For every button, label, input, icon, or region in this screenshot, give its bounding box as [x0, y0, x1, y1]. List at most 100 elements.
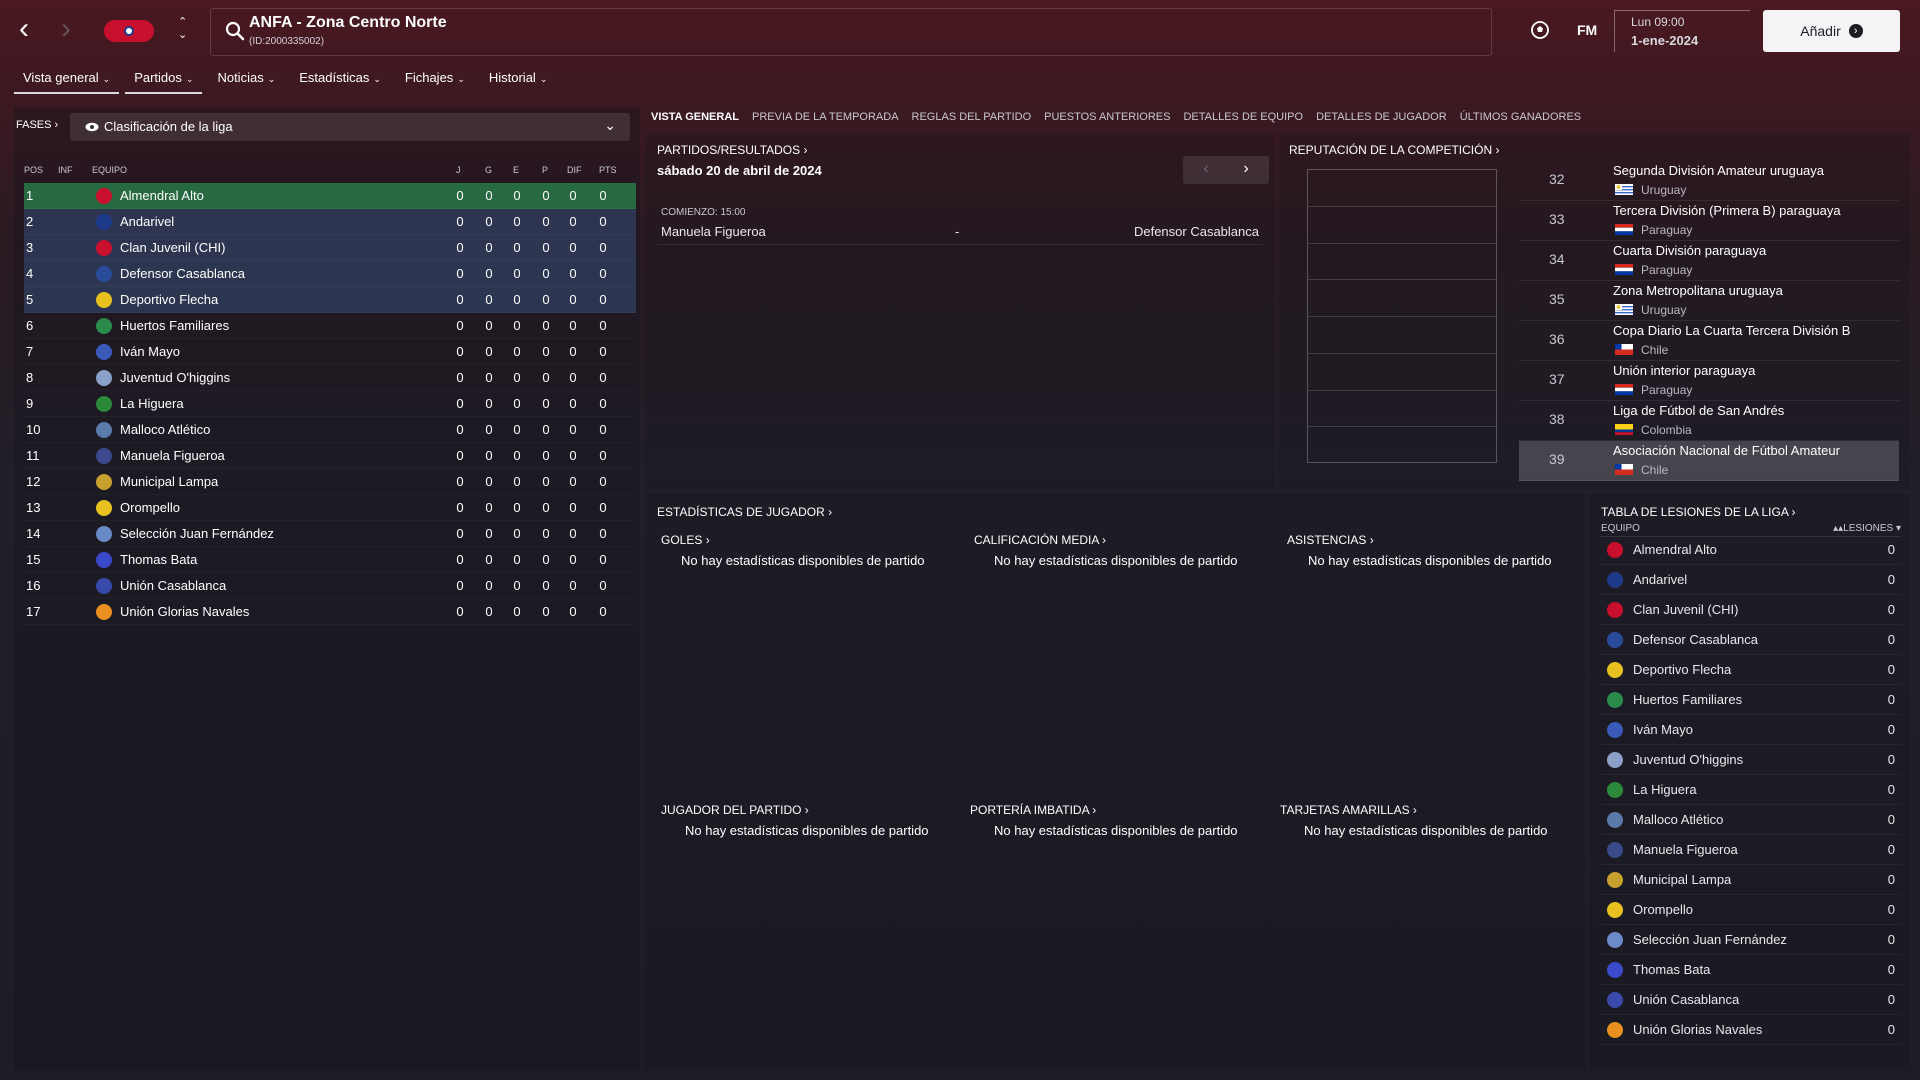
row-team[interactable]: Municipal Lampa — [120, 474, 218, 489]
table-row[interactable]: La Higuera 0 — [1601, 775, 1901, 805]
row-team[interactable]: Unión Glorias Navales — [120, 604, 249, 619]
col-p[interactable]: P — [542, 165, 548, 175]
table-row[interactable]: 16 Unión Casablanca 0 0 0 0 0 0 — [24, 573, 636, 599]
reputation-competition[interactable]: Unión interior paraguaya — [1613, 363, 1755, 378]
row-team[interactable]: Defensor Casablanca — [120, 266, 245, 281]
reputation-competition[interactable]: Zona Metropolitana uruguaya — [1613, 283, 1783, 298]
injury-team[interactable]: Unión Casablanca — [1633, 992, 1739, 1007]
table-row[interactable]: 1 Almendral Alto 0 0 0 0 0 0 — [24, 183, 636, 209]
add-button[interactable]: Añadir › — [1763, 10, 1900, 52]
table-row[interactable]: Municipal Lampa 0 — [1601, 865, 1901, 895]
reputation-competition[interactable]: Segunda División Amateur uruguaya — [1613, 163, 1824, 178]
col-inf[interactable]: INF — [58, 165, 73, 175]
table-row[interactable]: 12 Municipal Lampa 0 0 0 0 0 0 — [24, 469, 636, 495]
game-date-box[interactable]: Lun 09:00 1-ene-2024 — [1614, 10, 1750, 52]
col-e[interactable]: E — [513, 165, 519, 175]
reputation-title-link[interactable]: REPUTACIÓN DE LA COMPETICIÓN › — [1289, 143, 1499, 157]
col-j[interactable]: J — [456, 165, 461, 175]
injury-team[interactable]: Almendral Alto — [1633, 542, 1717, 557]
table-row[interactable]: Huertos Familiares 0 — [1601, 685, 1901, 715]
subtab-vista-general[interactable]: VISTA GENERAL — [651, 111, 739, 123]
col-dif[interactable]: DIF — [567, 165, 582, 175]
table-row[interactable]: 10 Malloco Atlético 0 0 0 0 0 0 — [24, 417, 636, 443]
col-g[interactable]: G — [485, 165, 492, 175]
subtab-detalles-jugador[interactable]: DETALLES DE JUGADOR — [1316, 111, 1447, 123]
reputation-row[interactable]: 35 Zona Metropolitana uruguaya Uruguay — [1519, 281, 1899, 321]
table-row[interactable]: 8 Juventud O'higgins 0 0 0 0 0 0 — [24, 365, 636, 391]
table-row[interactable]: 4 Defensor Casablanca 0 0 0 0 0 0 — [24, 261, 636, 287]
row-team[interactable]: Iván Mayo — [120, 344, 180, 359]
phases-link[interactable]: FASES › — [16, 119, 58, 131]
results-title-link[interactable]: PARTIDOS/RESULTADOS › — [657, 143, 807, 157]
injury-team[interactable]: La Higuera — [1633, 782, 1697, 797]
injury-team[interactable]: Huertos Familiares — [1633, 692, 1742, 707]
table-row[interactable]: 15 Thomas Bata 0 0 0 0 0 0 — [24, 547, 636, 573]
table-row[interactable]: Juventud O'higgins 0 — [1601, 745, 1901, 775]
table-row[interactable]: Thomas Bata 0 — [1601, 955, 1901, 985]
menu-partidos[interactable]: Partidos ⌄ — [125, 66, 203, 94]
row-team[interactable]: Clan Juvenil (CHI) — [120, 240, 225, 255]
reputation-row[interactable]: 32 Segunda División Amateur uruguaya Urugu… — [1519, 161, 1899, 201]
match-row[interactable]: Manuela Figueroa - Defensor Casablanca — [657, 221, 1263, 245]
row-team[interactable]: Andarivel — [120, 214, 174, 229]
menu-estadisticas[interactable]: Estadísticas ⌄ — [290, 66, 390, 94]
row-team[interactable]: Juventud O'higgins — [120, 370, 230, 385]
table-row[interactable]: Manuela Figueroa 0 — [1601, 835, 1901, 865]
col-injuries[interactable]: ▴▴LESIONES ▾ — [1833, 523, 1901, 534]
reputation-competition[interactable]: Cuarta División paraguaya — [1613, 243, 1766, 258]
table-row[interactable]: 9 La Higuera 0 0 0 0 0 0 — [24, 391, 636, 417]
away-team[interactable]: Defensor Casablanca — [1134, 224, 1259, 239]
subtab-ultimos-ganadores[interactable]: ÚLTIMOS GANADORES — [1460, 111, 1581, 123]
table-row[interactable]: 11 Manuela Figueroa 0 0 0 0 0 0 — [24, 443, 636, 469]
injury-team[interactable]: Deportivo Flecha — [1633, 662, 1731, 677]
back-arrow-icon[interactable]: ‹ — [10, 14, 38, 48]
table-row[interactable]: Unión Glorias Navales 0 — [1601, 1015, 1901, 1045]
reputation-row[interactable]: 39 Asociación Nacional de Fútbol Amateur C… — [1519, 441, 1899, 481]
row-team[interactable]: Deportivo Flecha — [120, 292, 218, 307]
injury-team[interactable]: Manuela Figueroa — [1633, 842, 1738, 857]
competition-switcher-icon[interactable]: ⌃ ⌄ — [178, 16, 187, 42]
menu-noticias[interactable]: Noticias ⌄ — [208, 66, 284, 94]
table-row[interactable]: Defensor Casablanca 0 — [1601, 625, 1901, 655]
table-row[interactable]: 17 Unión Glorias Navales 0 0 0 0 0 0 — [24, 599, 636, 625]
menu-vista-general[interactable]: Vista general ⌄ — [14, 66, 120, 94]
fm-logo[interactable]: FM — [1577, 22, 1597, 38]
injury-team[interactable]: Orompello — [1633, 902, 1693, 917]
injury-team[interactable]: Malloco Atlético — [1633, 812, 1723, 827]
reputation-competition[interactable]: Tercera División (Primera B) paraguaya — [1613, 203, 1841, 218]
row-team[interactable]: Orompello — [120, 500, 180, 515]
table-row[interactable]: 6 Huertos Familiares 0 0 0 0 0 0 — [24, 313, 636, 339]
injuries-title-link[interactable]: TABLA DE LESIONES DE LA LIGA › — [1601, 505, 1796, 519]
menu-fichajes[interactable]: Fichajes ⌄ — [396, 66, 474, 94]
table-row[interactable]: Malloco Atlético 0 — [1601, 805, 1901, 835]
injury-team[interactable]: Iván Mayo — [1633, 722, 1693, 737]
reputation-row[interactable]: 33 Tercera División (Primera B) paraguaya… — [1519, 201, 1899, 241]
injury-team[interactable]: Clan Juvenil (CHI) — [1633, 602, 1738, 617]
search-icon[interactable] — [225, 21, 245, 41]
reputation-competition[interactable]: Copa Diario La Cuarta Tercera División B — [1613, 323, 1850, 338]
injury-team[interactable]: Selección Juan Fernández — [1633, 932, 1787, 947]
reputation-row[interactable]: 38 Liga de Fútbol de San Andrés Colombia — [1519, 401, 1899, 441]
subtab-detalles-equipo[interactable]: DETALLES DE EQUIPO — [1183, 111, 1303, 123]
table-row[interactable]: Almendral Alto 0 — [1601, 535, 1901, 565]
home-team[interactable]: Manuela Figueroa — [661, 224, 766, 239]
prev-arrow-icon[interactable]: ‹ — [1191, 160, 1221, 178]
col-pos[interactable]: POS — [24, 165, 43, 175]
pom-link[interactable]: JUGADOR DEL PARTIDO › — [661, 803, 809, 817]
row-team[interactable]: Malloco Atlético — [120, 422, 210, 437]
subtab-puestos[interactable]: PUESTOS ANTERIORES — [1044, 111, 1170, 123]
forward-arrow-icon[interactable]: › — [52, 14, 80, 48]
table-row[interactable]: Clan Juvenil (CHI) 0 — [1601, 595, 1901, 625]
row-team[interactable]: Huertos Familiares — [120, 318, 229, 333]
table-row[interactable]: Orompello 0 — [1601, 895, 1901, 925]
stage-dropdown[interactable]: Clasificación de la liga ⌄ — [70, 113, 630, 141]
next-arrow-icon[interactable]: › — [1231, 160, 1261, 178]
injury-team[interactable]: Municipal Lampa — [1633, 872, 1731, 887]
menu-historial[interactable]: Historial ⌄ — [480, 66, 557, 94]
table-row[interactable]: Andarivel 0 — [1601, 565, 1901, 595]
rating-link[interactable]: CALIFICACIÓN MEDIA › — [974, 533, 1106, 547]
injury-team[interactable]: Unión Glorias Navales — [1633, 1022, 1762, 1037]
subtab-previa[interactable]: PREVIA DE LA TEMPORADA — [752, 111, 899, 123]
row-team[interactable]: La Higuera — [120, 396, 184, 411]
table-row[interactable]: Selección Juan Fernández 0 — [1601, 925, 1901, 955]
